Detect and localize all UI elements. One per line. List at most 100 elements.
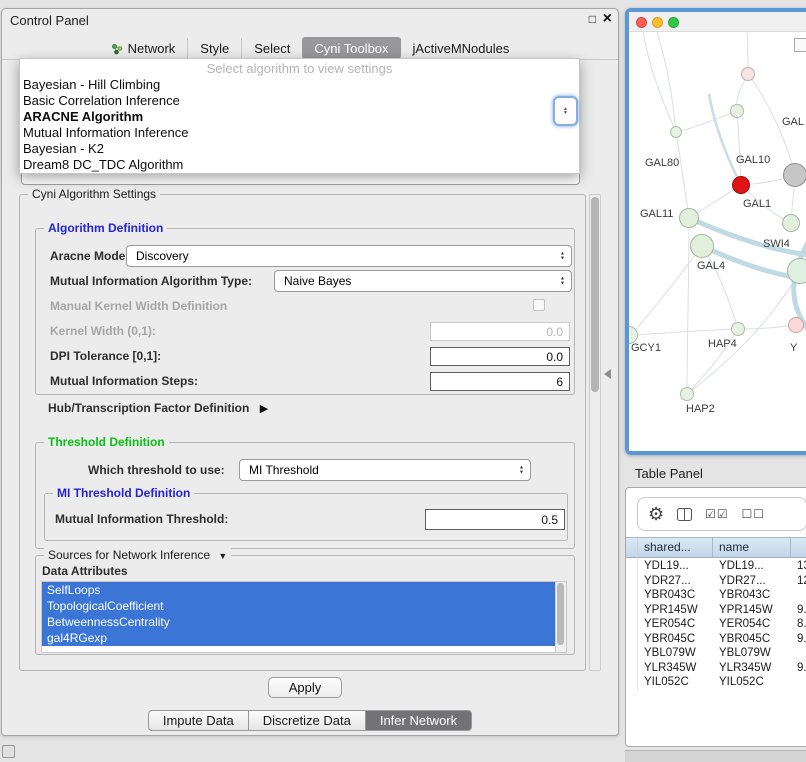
mi-steps-input[interactable]: 6 [430,372,570,391]
which-threshold-select[interactable]: MI Threshold ▲▼ [239,459,531,481]
table-row[interactable]: YER054CYER054C8. [626,617,806,632]
table-row[interactable]: YBR045CYBR045C9. [626,632,806,647]
table-row[interactable]: YBR043CYBR043C [626,588,806,603]
unchecked-boxes-icon[interactable]: ☐☐ [742,507,766,521]
control-panel-titlebar[interactable]: Control Panel □ × [2,9,618,31]
close-window-icon[interactable]: × [603,10,612,28]
network-node[interactable] [690,234,714,258]
close-traffic-light-icon[interactable] [636,17,647,28]
table-cell: YIL052C [713,675,791,690]
bottom-tab-discretize-data[interactable]: Discretize Data [248,710,366,731]
minimized-panel-icon[interactable] [2,745,15,758]
canvas-scrollbar-button[interactable] [794,38,806,52]
row-gutter [626,559,638,574]
attribute-selfloops[interactable]: SelfLoops [42,582,555,598]
attribute-topologicalcoefficient[interactable]: TopologicalCoefficient [42,598,555,614]
table-cell: YBL079W [638,646,713,661]
row-gutter-header [626,538,638,557]
table-row[interactable]: YPR145WYPR145W9. [626,603,806,618]
table-cell: YDL19... [713,559,791,574]
table-cell [791,588,806,603]
threshold-definition-group: Threshold Definition Which threshold to … [35,442,575,549]
columns-icon[interactable] [677,508,692,521]
network-node[interactable] [782,214,800,232]
network-node[interactable] [730,104,744,118]
table-row[interactable]: YBL079WYBL079W [626,646,806,661]
checked-boxes-icon[interactable]: ☑☑ [705,507,729,521]
mi-algorithm-type-select[interactable]: Naive Bayes ▲▼ [274,270,572,292]
float-window-icon[interactable]: □ [589,12,596,26]
row-gutter [626,675,638,690]
hub-definition-toggle[interactable]: Hub/Transcription Factor Definition ▶ [48,401,268,415]
kernel-width-value: 0.0 [546,325,563,339]
tab-label: Select [254,41,290,56]
column-header-name[interactable]: name [713,538,791,557]
table-row[interactable]: YDR27...YDR27...12 [626,574,806,589]
data-attributes-list[interactable]: SelfLoopsTopologicalCoefficientBetweenne… [41,581,567,653]
apply-button[interactable]: Apply [268,677,342,698]
table-cell: 12 [791,574,806,589]
attribute-gal4rgexp[interactable]: gal4RGexp [42,630,555,646]
control-panel-window: Control Panel □ × Network Style Select Cyni… [1,8,619,736]
network-node-label: GAL10 [736,154,770,166]
tab-style[interactable]: Style [187,38,241,59]
aracne-mode-select[interactable]: Discovery ▲▼ [126,245,572,267]
attributes-scrollbar[interactable] [555,582,566,652]
tab-label: Network [128,41,176,56]
network-node[interactable] [680,387,694,401]
tab-cyni-toolbox[interactable]: Cyni Toolbox [302,37,400,59]
panel-collapse-arrow[interactable] [599,369,611,379]
network-node-label: GCY1 [631,342,661,354]
tab-jactivemnodules[interactable]: jActiveMNodules [401,38,522,59]
table-cell: 13 [791,559,806,574]
table-cell: YER054C [638,617,713,632]
column-header-col3[interactable] [791,538,806,557]
collapse-arrow-icon[interactable]: ▼ [218,551,227,561]
network-node[interactable] [670,126,682,138]
bottom-tab-infer-network[interactable]: Infer Network [365,710,472,731]
attribute-betweennesscentrality[interactable]: BetweennessCentrality [42,614,555,630]
column-header-shared[interactable]: shared... [638,538,713,557]
sources-title[interactable]: Sources for Network Inference ▼ [44,548,231,562]
algorithm-option-mutual-information-inference[interactable]: Mutual Information Inference [20,125,579,141]
mi-threshold-definition-title: MI Threshold Definition [53,486,194,500]
dpi-tolerance-input[interactable]: 0.0 [430,347,570,366]
algorithm-option-basic-correlation-inference[interactable]: Basic Correlation Inference [20,93,579,109]
tab-select[interactable]: Select [241,38,302,59]
algorithm-option-bayesian-k2[interactable]: Bayesian - K2 [20,141,579,157]
kernel-width-input[interactable]: 0.0 [430,322,570,341]
main-tabs: Network Style Select Cyni ToolboxjActiveMNo… [2,38,618,60]
settings-scrollbar[interactable] [589,194,601,671]
bottom-tab-impute-data[interactable]: Impute Data [148,710,249,731]
algorithm-option-aracne-algorithm[interactable]: ARACNE Algorithm [20,109,579,125]
table-row[interactable]: YIL052CYIL052C [626,675,806,690]
zoom-traffic-light-icon[interactable] [668,17,679,28]
algorithm-combo-stepper[interactable]: ▲▼ [553,96,578,126]
network-node[interactable] [679,208,699,228]
algorithm-option-bayesian-hill-climbing[interactable]: Bayesian - Hill Climbing [20,77,579,93]
table-row[interactable]: YLR345WYLR345W9. [626,661,806,676]
network-node[interactable] [783,163,806,187]
table-cell [791,646,806,661]
manual-kernel-checkbox[interactable] [533,299,545,311]
algorithm-option-dream8-dc-tdc-algorithm[interactable]: Dream8 DC_TDC Algorithm [20,157,579,173]
sources-title-text: Sources for Network Inference [48,548,210,562]
dpi-tolerance-label: DPI Tolerance [0,1]: [50,349,161,363]
network-node[interactable] [787,258,806,284]
aracne-mode-label: Aracne Mode: [50,249,129,263]
expand-arrow-icon[interactable]: ▶ [260,403,268,415]
network-node[interactable] [788,317,804,333]
network-node[interactable] [732,176,750,194]
network-canvas[interactable]: GALGAL80GAL10GAL11GAL1SWI4GAL4GCY1HAP4YH… [629,32,806,451]
table-cell: YBL079W [713,646,791,661]
network-window-titlebar[interactable] [629,12,806,32]
gear-icon[interactable]: ⚙ [648,504,664,525]
network-node[interactable] [731,322,745,336]
mi-threshold-input[interactable]: 0.5 [425,509,565,530]
table-row[interactable]: YDL19...YDL19...13 [626,559,806,574]
minimize-traffic-light-icon[interactable] [652,17,663,28]
tab-network[interactable]: Network [99,38,188,59]
network-node[interactable] [741,67,755,81]
control-panel-title: Control Panel [10,13,89,28]
bottom-scrollbar-strip[interactable] [625,750,806,762]
